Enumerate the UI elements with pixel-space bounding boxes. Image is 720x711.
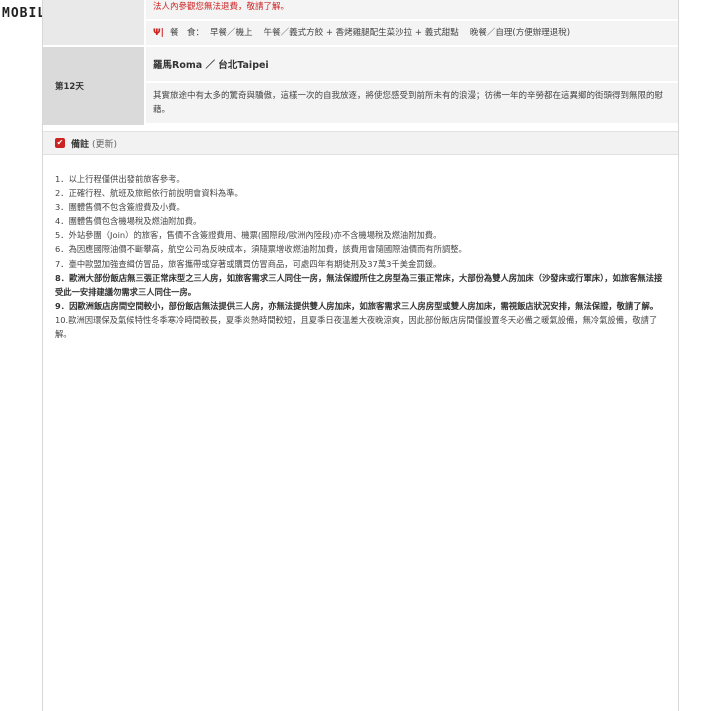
note-item: 8．歐洲大部份飯店無三張正常床型之三人房，如旅客需求三人同住一房，無法保證所住之…: [55, 272, 663, 297]
notes-title: 備註: [71, 139, 90, 150]
meals-text: 早餐／機上 午餐／義式方餃 + 香烤雞腿配生菜沙拉 + 義式甜點 晚餐／自理(方…: [209, 28, 571, 38]
itinerary-page: 法人內參觀您無法退費，敬請了解。 Ψ| 餐 食： 早餐／機上 午餐／義式方餃 +…: [42, 0, 679, 711]
note-item: 10.歐洲因環保及氣候特性冬季寒冷時間較長，夏季炎熱時間較短，且夏季日夜溫差大夜…: [55, 314, 658, 340]
notes-update-label: (更新): [92, 139, 118, 150]
note-item: 4．團體售價包含機場稅及燃油附加費。: [55, 216, 202, 227]
meals-row: Ψ| 餐 食： 早餐／機上 午餐／義式方餃 + 香烤雞腿配生菜沙拉 + 義式甜點…: [146, 21, 678, 45]
note-item: 9．因歐洲飯店房間空間較小，部份飯店無法提供三人房，亦無法提供雙人房加床，如旅客…: [55, 300, 659, 311]
day11-detail-cell: 法人內參觀您無法退費，敬請了解。 Ψ| 餐 食： 早餐／機上 午餐／義式方餃 +…: [146, 0, 678, 45]
note-item: 7．臺中歐盟加強查緝仿冒品，旅客攜帶或穿著或購買仿冒商品，可處四年有期徒刑及37…: [55, 258, 442, 269]
day12-row: 第12天 羅馬Roma ／ 台北Taipei 其實旅途中有太多的驚奇與驕傲，這樣…: [43, 47, 678, 125]
checkmark-icon: ✔: [55, 138, 65, 148]
meals-label: 餐 食：: [169, 28, 204, 38]
utensils-icon: Ψ|: [153, 28, 164, 38]
note-item: 5．外站參團（Join）的旅客，售價不含簽證費用、機票(國際段/歐洲內陸段)亦不…: [55, 230, 442, 241]
note-item: 6．為因應國際油價不斷攀高，航空公司為反映成本，須隨票增收燃油附加費，該費用會隨…: [55, 244, 467, 255]
day12-description: 其實旅途中有太多的驚奇與驕傲，這樣一次的自我放逐，將使您感受到前所未有的浪漫；彷…: [146, 83, 678, 123]
day12-city: 羅馬Roma ／ 台北Taipei: [146, 47, 678, 83]
day11-row: 法人內參觀您無法退費，敬請了解。 Ψ| 餐 食： 早餐／機上 午餐／義式方餃 +…: [43, 0, 678, 45]
itinerary-table: 法人內參觀您無法退費，敬請了解。 Ψ| 餐 食： 早餐／機上 午餐／義式方餃 +…: [43, 0, 678, 125]
day12-detail-cell: 羅馬Roma ／ 台北Taipei 其實旅途中有太多的驚奇與驕傲，這樣一次的自我…: [146, 47, 678, 125]
notes-header: ✔ 備註 (更新): [43, 131, 678, 155]
notes-list: 1．以上行程僅供出發前旅客參考。 2．正確行程、航班及旅館依行前說明會資料為準。…: [55, 172, 667, 341]
day11-label-cell: [43, 0, 146, 45]
note-item: 2．正確行程、航班及旅館依行前說明會資料為準。: [55, 188, 243, 199]
note-item: 1．以上行程僅供出發前旅客參考。: [55, 174, 185, 184]
note-item: 3．團體售價不包含簽證費及小費。: [55, 202, 185, 213]
refund-warning: 法人內參觀您無法退費，敬請了解。: [146, 0, 678, 21]
day12-label: 第12天: [43, 47, 146, 125]
